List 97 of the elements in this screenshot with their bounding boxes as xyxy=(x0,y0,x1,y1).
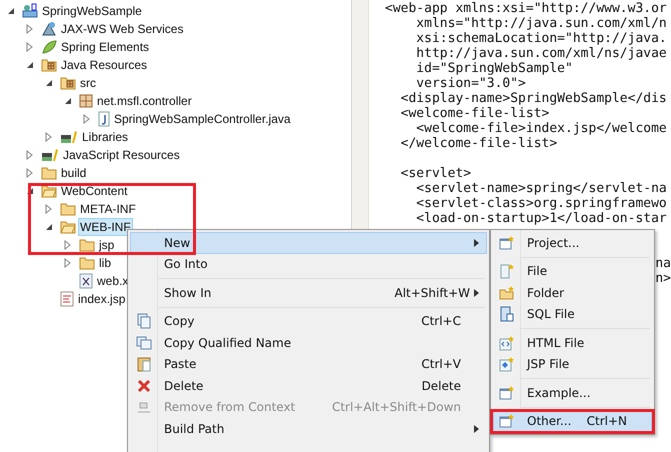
expand-icon[interactable] xyxy=(44,132,54,142)
submenu-arrow-icon xyxy=(474,288,480,297)
java-file-icon xyxy=(98,111,110,127)
collapse-icon[interactable] xyxy=(63,96,73,106)
tree-item[interactable]: WEB-INF xyxy=(78,218,133,236)
menu-item[interactable]: Paste Ctrl+V xyxy=(130,354,487,375)
submenu-arrow-icon xyxy=(474,238,480,247)
tree-item[interactable]: src xyxy=(78,74,98,92)
tree-item[interactable]: META-INF xyxy=(78,200,138,218)
menu-item[interactable]: File xyxy=(493,260,652,282)
code-line: <load-on-startup>1</load-on-star xyxy=(415,211,667,226)
menu-item[interactable]: JSP File xyxy=(493,354,652,375)
books-icon xyxy=(60,130,78,144)
expand-icon[interactable] xyxy=(44,204,54,214)
menu-item[interactable]: Build Path xyxy=(130,418,487,440)
code-line: n> xyxy=(655,271,671,286)
menu-item[interactable]: Example... xyxy=(493,382,652,404)
folder-icon xyxy=(79,238,95,252)
expand-icon[interactable] xyxy=(25,42,35,52)
expand-icon[interactable] xyxy=(25,24,35,34)
sql-file-icon xyxy=(499,306,515,322)
menu-item[interactable]: Copy Qualified Name xyxy=(130,332,487,354)
menu-item[interactable]: Copy Ctrl+C xyxy=(130,310,487,332)
menu-item[interactable]: HTML File xyxy=(493,332,652,354)
menu-item[interactable]: SQL File xyxy=(493,304,652,325)
new-html-icon xyxy=(499,334,515,351)
collapse-icon[interactable] xyxy=(25,186,35,196)
code-line: na xyxy=(655,256,671,271)
leaf-icon xyxy=(41,39,57,55)
tree-item[interactable]: web.x xyxy=(95,272,130,290)
code-line: <web-app xmlns:xsi="http://www.w3.or xyxy=(385,1,667,16)
tree-item[interactable]: SpringWebSample xyxy=(40,2,144,20)
code-line: </welcome-file-list> xyxy=(400,136,558,151)
tree-item[interactable]: lib xyxy=(97,254,114,272)
code-line: xsi:schemaLocation="http://java. xyxy=(415,31,667,46)
code-line: <welcome-file-list> xyxy=(400,106,550,121)
collapse-icon[interactable] xyxy=(44,222,54,232)
jsp-file-icon xyxy=(60,291,74,307)
remove-icon xyxy=(137,400,151,414)
code-line: version="3.0"> xyxy=(415,76,526,91)
delete-icon xyxy=(137,378,151,393)
folder-icon xyxy=(41,166,57,180)
code-line: <display-name>SpringWebSample</dis xyxy=(400,91,667,106)
new-jsp-icon xyxy=(499,356,515,372)
menu-item[interactable]: Folder xyxy=(493,282,652,304)
books-icon xyxy=(41,148,59,162)
code-line: http://java.sun.com/xml/ns/javae xyxy=(415,46,667,61)
tree-item[interactable]: net.msfl.controller xyxy=(95,92,194,110)
collapse-icon[interactable] xyxy=(25,60,35,70)
new-window-icon xyxy=(499,413,515,430)
folder-icon xyxy=(41,184,57,198)
tree-item[interactable]: index.jsp xyxy=(76,290,128,308)
new-window-icon xyxy=(499,384,515,401)
clipboard-icon xyxy=(137,356,151,372)
tree-item[interactable]: jsp xyxy=(97,236,116,254)
code-line: <servlet-name>spring</servlet-na xyxy=(415,181,667,196)
menu-item[interactable]: New xyxy=(130,232,487,254)
tree-item[interactable]: JAX-WS Web Services xyxy=(59,20,186,38)
tree-item[interactable]: JavaScript Resources xyxy=(61,146,182,164)
collapse-icon[interactable] xyxy=(44,78,54,88)
new-file-icon xyxy=(499,263,515,280)
source-folder-icon xyxy=(60,76,76,90)
tree-item[interactable]: Java Resources xyxy=(59,56,150,74)
expand-icon[interactable] xyxy=(63,240,73,250)
code-line: xmlns="http://java.sun.com/xml/n xyxy=(415,16,667,31)
menu-item[interactable]: Other... Ctrl+N xyxy=(493,410,652,432)
menu-item[interactable]: Show In Alt+Shift+W xyxy=(130,282,487,304)
menu-item[interactable]: Project... xyxy=(493,232,652,254)
submenu-arrow-icon xyxy=(474,424,480,433)
tree-item[interactable]: Spring Elements xyxy=(59,38,152,56)
project-icon xyxy=(22,3,38,19)
code-line: <welcome-file>index.jsp</welcome xyxy=(415,121,667,136)
collapse-icon[interactable] xyxy=(6,6,16,16)
menu-item[interactable]: Go Into xyxy=(130,254,487,275)
expand-icon[interactable] xyxy=(82,114,92,124)
tree-item[interactable]: build xyxy=(59,164,88,182)
code-line: <servlet-class>org.springframewo xyxy=(415,196,667,211)
tree-item[interactable]: SpringWebSampleController.java xyxy=(112,110,293,128)
menu-item[interactable]: Delete Delete xyxy=(130,375,487,396)
expand-icon[interactable] xyxy=(63,258,73,268)
tree-item[interactable]: WebContent xyxy=(59,182,130,200)
folder-icon xyxy=(60,202,76,216)
expand-icon[interactable] xyxy=(25,150,35,160)
new-window-icon xyxy=(499,234,515,251)
code-line: <servlet> xyxy=(400,166,472,181)
tree-item[interactable]: Libraries xyxy=(80,128,130,146)
package-icon xyxy=(79,94,93,108)
globe-gear-icon xyxy=(41,21,57,37)
copy-icon xyxy=(137,313,151,330)
code-line: id="SpringWebSample" xyxy=(415,61,573,76)
new-folder-icon xyxy=(499,284,515,301)
copy-name-icon xyxy=(136,336,152,350)
source-folder-icon xyxy=(41,58,57,72)
folder-icon xyxy=(60,220,76,234)
xml-file-icon xyxy=(79,273,93,289)
folder-icon xyxy=(79,256,95,270)
expand-icon[interactable] xyxy=(25,168,35,178)
